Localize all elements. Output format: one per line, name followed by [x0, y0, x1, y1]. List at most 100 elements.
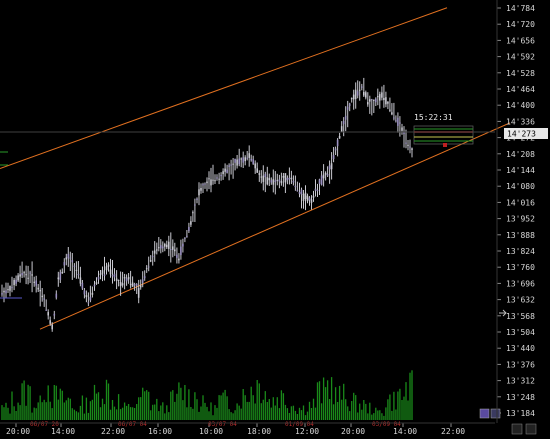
candle-body — [172, 246, 174, 250]
x-tick-label: 10:00 — [199, 427, 223, 436]
candle-body — [176, 254, 178, 258]
candle-body — [214, 180, 216, 182]
order-marker[interactable] — [443, 143, 447, 147]
candle-body — [336, 139, 339, 147]
candle-body — [250, 158, 252, 161]
candle-body — [9, 285, 11, 291]
candle-body — [226, 169, 228, 173]
price-axis[interactable]: 14'784 14'720 14'656 14'592 14'528 14'464 14'4… — [497, 4, 535, 418]
candle-body — [153, 250, 156, 254]
candle-body — [352, 94, 355, 100]
candle-body — [220, 175, 222, 177]
candle-body — [354, 89, 357, 99]
candle-body — [77, 274, 80, 276]
candle-body — [59, 272, 62, 280]
candle-body — [85, 295, 88, 298]
candle-body — [73, 265, 76, 267]
candle-body — [119, 282, 122, 287]
channel-upper-line[interactable] — [0, 7, 448, 169]
candle-body — [278, 179, 281, 182]
candle-body — [69, 257, 72, 259]
zoom-in-icon[interactable] — [479, 408, 490, 419]
candle-body — [135, 284, 138, 286]
price-chart[interactable]: 14'784 14'720 14'656 14'592 14'528 14'464 14'4… — [0, 0, 550, 439]
y-tick-label: 14'144 — [506, 166, 535, 175]
candle-body — [174, 249, 176, 252]
candle-body — [164, 244, 166, 247]
candlesticks — [1, 77, 413, 332]
candle-body — [411, 148, 413, 150]
candle-body — [358, 89, 361, 91]
candle-body — [363, 92, 365, 96]
candle-body — [202, 184, 204, 186]
candle-body — [125, 278, 128, 282]
candle-body — [318, 179, 321, 184]
candle-body — [230, 164, 232, 166]
y-tick-label: 14'208 — [506, 150, 535, 159]
candle-body — [7, 289, 9, 291]
candle-body — [367, 102, 369, 105]
y-tick-label: 13'184 — [506, 409, 535, 418]
candle-body — [127, 277, 130, 280]
candle-body — [151, 256, 154, 258]
x-tick-label: 22:00 — [101, 427, 125, 436]
candle-body — [131, 282, 134, 287]
scroll-right-icon[interactable] — [525, 423, 537, 435]
candle-body — [266, 177, 269, 185]
y-tick-label: 14'016 — [506, 198, 535, 207]
y-tick-label: 14'784 — [506, 4, 535, 13]
candle-body — [346, 106, 349, 110]
candle-body — [212, 179, 214, 181]
y-tick-label: 14'592 — [506, 53, 535, 62]
candle-body — [385, 97, 387, 105]
scroll-left-icon[interactable] — [511, 423, 523, 435]
candle-body — [43, 298, 45, 300]
y-tick-label: 13'696 — [506, 279, 535, 288]
candle-body — [5, 290, 7, 294]
candle-body — [67, 254, 70, 259]
x-tick-label: 14:00 — [51, 427, 75, 436]
candle-body — [75, 269, 78, 271]
candle-body — [290, 177, 293, 180]
candle-body — [45, 309, 47, 311]
date-label: 03/09 04 — [372, 421, 401, 428]
candle-body — [170, 249, 172, 250]
zoom-out-icon[interactable] — [490, 408, 501, 419]
y-tick-label: 13'504 — [506, 328, 535, 337]
current-price-label: 14'273 — [507, 130, 536, 139]
candle-body — [95, 282, 98, 285]
candle-body — [41, 295, 43, 298]
y-tick-label: 13'888 — [506, 231, 535, 240]
candle-body — [31, 274, 33, 276]
candle-body — [111, 275, 114, 277]
candle-body — [395, 120, 397, 122]
candle-body — [316, 190, 319, 192]
candle-body — [129, 284, 132, 286]
candle-body — [312, 195, 315, 198]
candle-body — [196, 198, 198, 200]
candle-body — [314, 188, 317, 191]
date-label: 06/07 04 — [118, 421, 147, 428]
candle-body — [379, 94, 381, 101]
y-tick-label: 14'720 — [506, 20, 535, 29]
candle-body — [304, 192, 307, 200]
x-tick-label: 18:00 — [247, 427, 271, 436]
candle-body — [381, 92, 383, 98]
channel-lower-line[interactable] — [39, 122, 511, 330]
candle-body — [298, 191, 301, 194]
candle-body — [240, 158, 242, 160]
candle-body — [371, 99, 373, 101]
order-lines[interactable] — [413, 125, 474, 147]
candle-body — [302, 193, 305, 201]
candle-body — [399, 122, 401, 124]
candle-body — [377, 96, 379, 98]
y-tick-label: 13'248 — [506, 393, 535, 402]
candle-body — [37, 287, 39, 290]
candle-body — [184, 237, 186, 239]
candle-body — [224, 168, 226, 172]
candle-body — [63, 262, 66, 266]
candle-body — [365, 92, 367, 98]
candle-body — [139, 285, 142, 288]
y-tick-label: 13'760 — [506, 263, 535, 272]
candle-body — [156, 249, 158, 251]
